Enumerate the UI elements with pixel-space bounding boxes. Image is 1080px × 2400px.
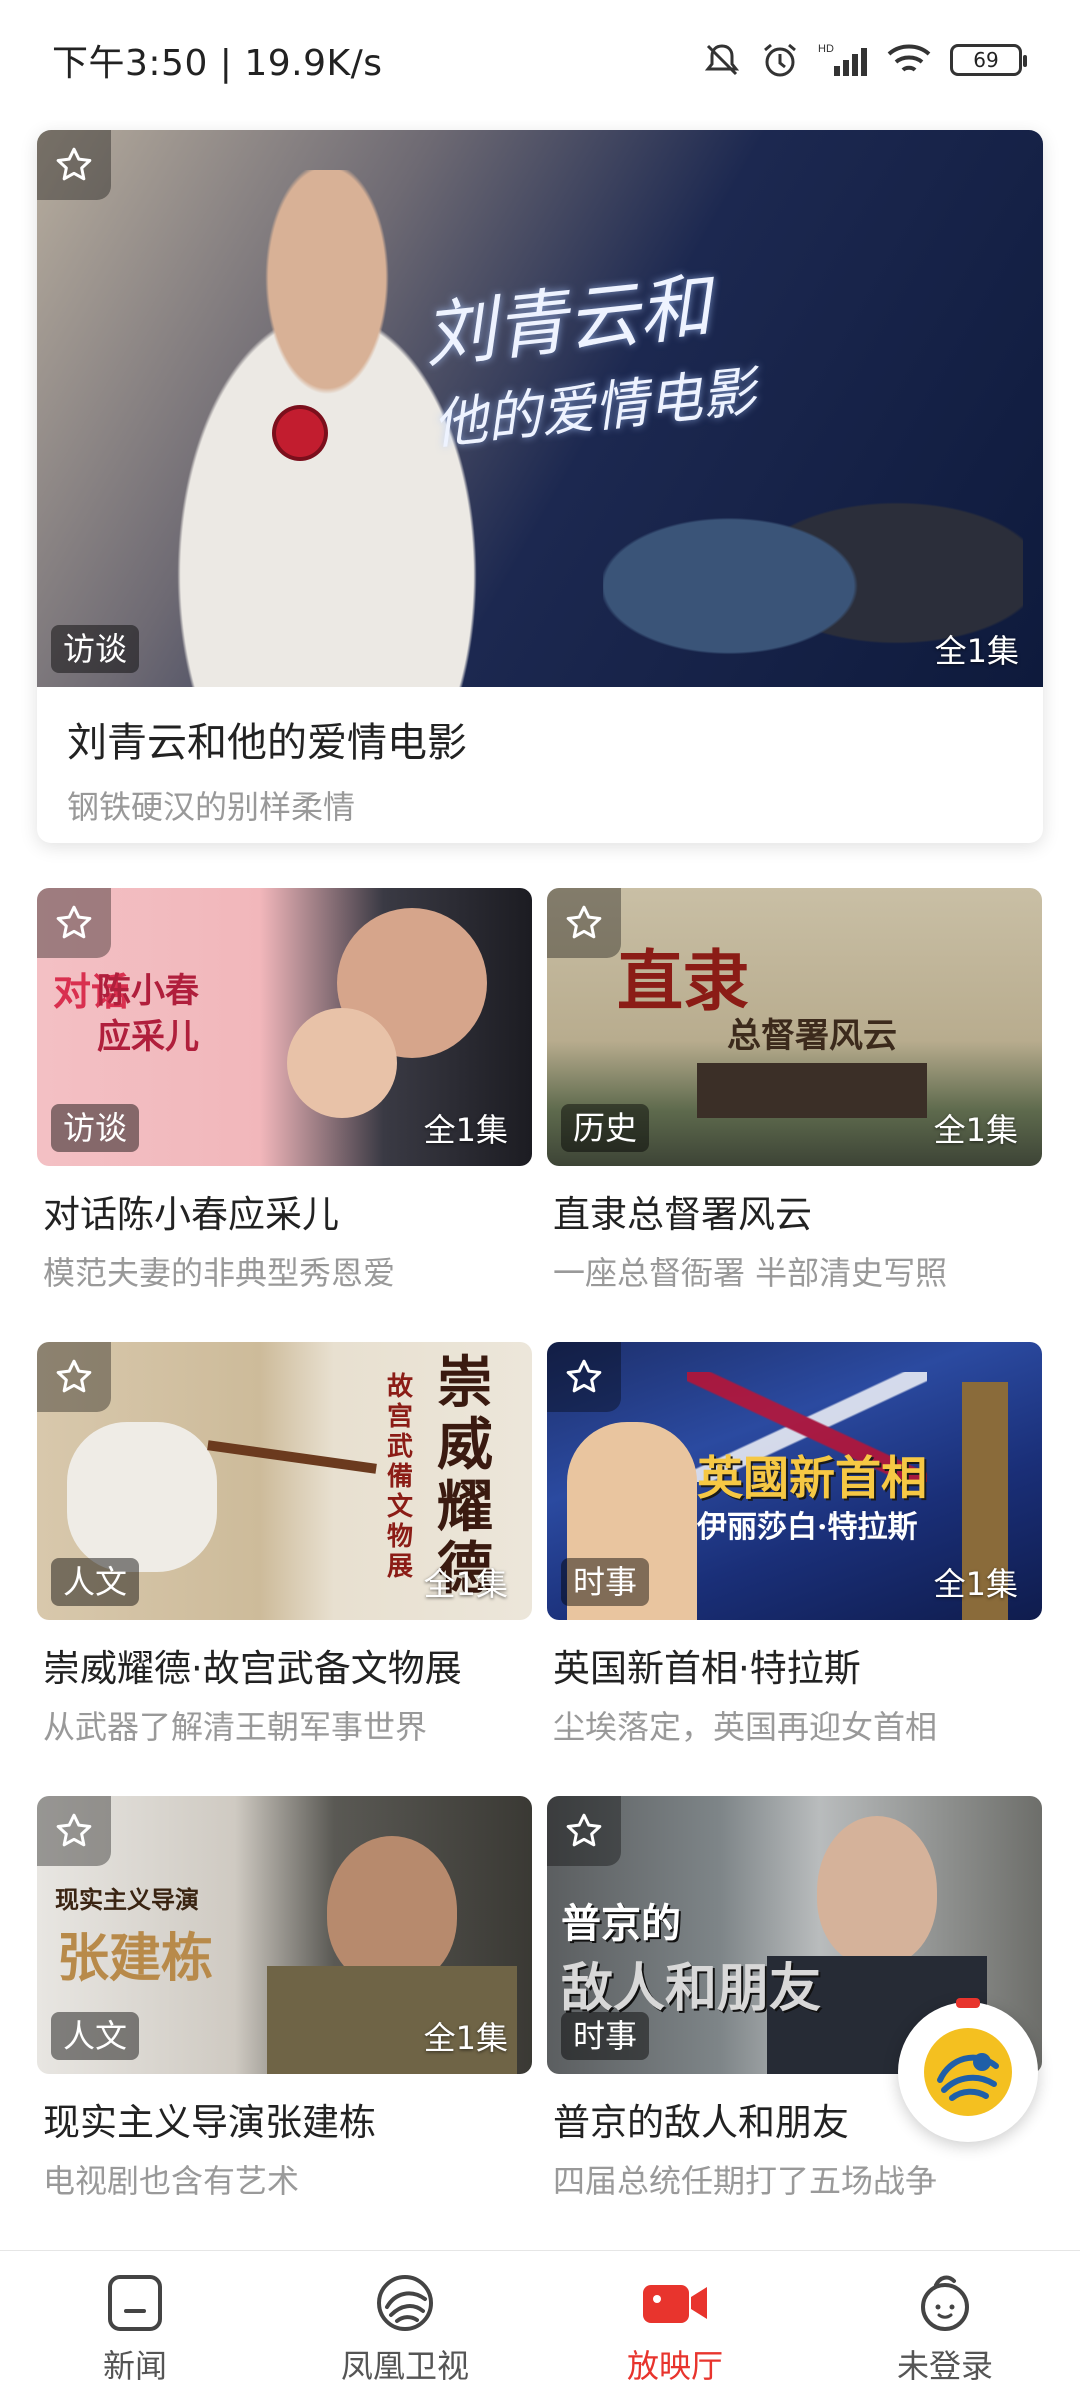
episode-count: 全1集 <box>423 1565 508 1603</box>
video-card[interactable]: 英國新首相 伊丽莎白·特拉斯 时事 全1集 英国新首相·特拉斯 尘埃落定，英国再… <box>547 1342 1042 1746</box>
hero-card[interactable]: 刘青云和 他的爱情电影 访谈 全1集 刘青云和他的爱情电影 钢铁硬汉的别样柔情 <box>37 130 1043 843</box>
hero-thumbnail[interactable]: 刘青云和 他的爱情电影 访谈 全1集 <box>37 130 1043 687</box>
star-icon <box>56 1813 92 1847</box>
video-title[interactable]: 对话陈小春应采儿 <box>43 1184 339 1238</box>
category-tag: 人文 <box>51 2012 140 2060</box>
horse-image <box>67 1422 217 1572</box>
video-thumbnail[interactable]: 崇威耀德 故宫武備文物展 人文 全1集 <box>37 1342 532 1620</box>
thumbnail-text: 敌人和朋友 <box>561 1958 822 2019</box>
star-icon <box>56 905 92 939</box>
favorite-button[interactable] <box>37 1342 111 1412</box>
episode-count: 全1集 <box>933 1111 1018 1149</box>
thumbnail-text: 总督署风云 <box>727 1016 897 1056</box>
person-figure <box>327 1836 457 1986</box>
video-title[interactable]: 现实主义导演张建栋 <box>43 2092 376 2146</box>
tab-label: 新闻 <box>102 2347 167 2385</box>
episode-count: 全1集 <box>933 1565 1018 1603</box>
video-subtitle: 尘埃落定，英国再迎女首相 <box>553 1708 938 1746</box>
tab-cinema[interactable]: 放映厅 <box>540 2251 810 2400</box>
category-tag: 访谈 <box>51 1104 140 1152</box>
tab-label: 放映厅 <box>626 2347 723 2385</box>
thumbnail-text: 故宫武備文物展 <box>387 1372 414 1582</box>
mute-bell-icon <box>704 44 740 76</box>
thumbnail-text: 陈小春 应采儿 <box>97 971 199 1057</box>
thumbnail-text: 伊丽莎白·特拉斯 <box>697 1510 918 1545</box>
person-figure <box>817 1816 937 1966</box>
floating-phoenix-button[interactable] <box>898 1998 1038 2142</box>
person-figure <box>287 1008 397 1118</box>
thumbnail-text: 张建栋 <box>57 1928 214 1989</box>
star-icon <box>566 1813 602 1847</box>
video-subtitle: 一座总督衙署 半部清史写照 <box>553 1254 948 1292</box>
alarm-icon <box>764 43 796 77</box>
video-card[interactable]: 崇威耀德 故宫武備文物展 人文 全1集 崇威耀德·故宫武备文物展 从武器了解清王… <box>37 1342 532 1746</box>
wifi-icon <box>887 44 931 72</box>
star-icon <box>56 1359 92 1393</box>
favorite-button[interactable] <box>547 1796 621 1866</box>
status-bar: 下午3:50 | 19.9K/s HD 69 <box>0 0 1080 120</box>
thumbnail-text: 普京的 <box>561 1900 681 1947</box>
news-icon <box>108 2275 162 2331</box>
signal-icon: HD <box>818 43 867 76</box>
video-title[interactable]: 普京的敌人和朋友 <box>553 2092 849 2146</box>
tab-phoenix-tv[interactable]: 凤凰卫视 <box>270 2251 540 2400</box>
thumbnail-text: 英國新首相 <box>697 1451 927 1505</box>
episode-count: 全1集 <box>423 1111 508 1149</box>
phoenix-tv-logo-icon <box>924 2028 1012 2116</box>
sword-image <box>207 1440 377 1474</box>
video-thumbnail[interactable]: 英國新首相 伊丽莎白·特拉斯 时事 全1集 <box>547 1342 1042 1620</box>
status-icons: HD 69 <box>702 40 1027 80</box>
video-subtitle: 模范夫妻的非典型秀恩爱 <box>43 1254 396 1292</box>
star-icon <box>566 905 602 939</box>
video-thumbnail[interactable]: 直隶 总督署风云 历史 全1集 <box>547 888 1042 1166</box>
video-subtitle: 四届总统任期打了五场战争 <box>553 2162 938 2200</box>
category-tag: 时事 <box>561 2012 650 2060</box>
video-title[interactable]: 崇威耀德·故宫武备文物展 <box>43 1638 462 1692</box>
thumbnail-text: 崇威耀德 <box>437 1350 493 1602</box>
category-tag: 历史 <box>561 1104 650 1152</box>
episode-count: 全1集 <box>934 632 1019 670</box>
video-camera-icon <box>643 2285 707 2323</box>
video-card[interactable]: 直隶 总督署风云 历史 全1集 直隶总督署风云 一座总督衙署 半部清史写照 <box>547 888 1042 1292</box>
favorite-button[interactable] <box>37 1796 111 1866</box>
tab-news[interactable]: 新闻 <box>0 2251 270 2400</box>
phoenix-icon <box>377 2275 433 2331</box>
favorite-button[interactable] <box>37 888 111 958</box>
category-tag: 时事 <box>561 1558 650 1606</box>
tab-label: 未登录 <box>896 2347 993 2385</box>
star-icon <box>56 147 92 181</box>
video-title[interactable]: 英国新首相·特拉斯 <box>553 1638 861 1692</box>
building-image <box>697 1063 927 1118</box>
svg-text:HD: HD <box>818 43 834 55</box>
tab-profile[interactable]: 未登录 <box>810 2251 1080 2400</box>
episode-count: 全1集 <box>423 2019 508 2057</box>
status-time-speed: 下午3:50 | 19.9K/s <box>52 43 383 84</box>
star-icon <box>566 1359 602 1393</box>
video-subtitle: 从武器了解清王朝军事世界 <box>43 1708 428 1746</box>
tab-label: 凤凰卫视 <box>340 2347 469 2385</box>
user-icon <box>921 2275 969 2331</box>
favorite-button[interactable] <box>37 130 111 200</box>
video-thumbnail[interactable]: 现实主义导演 张建栋 人文 全1集 <box>37 1796 532 2074</box>
category-tag: 人文 <box>51 1558 140 1606</box>
content-feed[interactable]: 刘青云和 他的爱情电影 访谈 全1集 刘青云和他的爱情电影 钢铁硬汉的别样柔情 … <box>0 120 1080 2250</box>
video-title[interactable]: 直隶总督署风云 <box>553 1184 812 1238</box>
video-card[interactable]: 对话 陈小春 应采儿 访谈 全1集 对话陈小春应采儿 模范夫妻的非典型秀恩爱 <box>37 888 532 1292</box>
video-subtitle: 电视剧也含有艺术 <box>43 2162 300 2200</box>
battery-indicator: 69 <box>950 44 1027 76</box>
battery-level: 69 <box>973 48 999 72</box>
bottom-tab-bar: 新闻 凤凰卫视 放映厅 未登录 <box>0 2250 1080 2400</box>
favorite-button[interactable] <box>547 888 621 958</box>
video-card[interactable]: 现实主义导演 张建栋 人文 全1集 现实主义导演张建栋 电视剧也含有艺术 <box>37 1796 532 2200</box>
hero-title[interactable]: 刘青云和他的爱情电影 <box>67 710 467 768</box>
hero-subtitle: 钢铁硬汉的别样柔情 <box>67 788 356 826</box>
video-thumbnail[interactable]: 对话 陈小春 应采儿 访谈 全1集 <box>37 888 532 1166</box>
favorite-button[interactable] <box>547 1342 621 1412</box>
thumbnail-text: 现实主义导演 <box>55 1885 199 1914</box>
category-tag: 访谈 <box>51 625 140 673</box>
rose-image <box>272 405 328 461</box>
